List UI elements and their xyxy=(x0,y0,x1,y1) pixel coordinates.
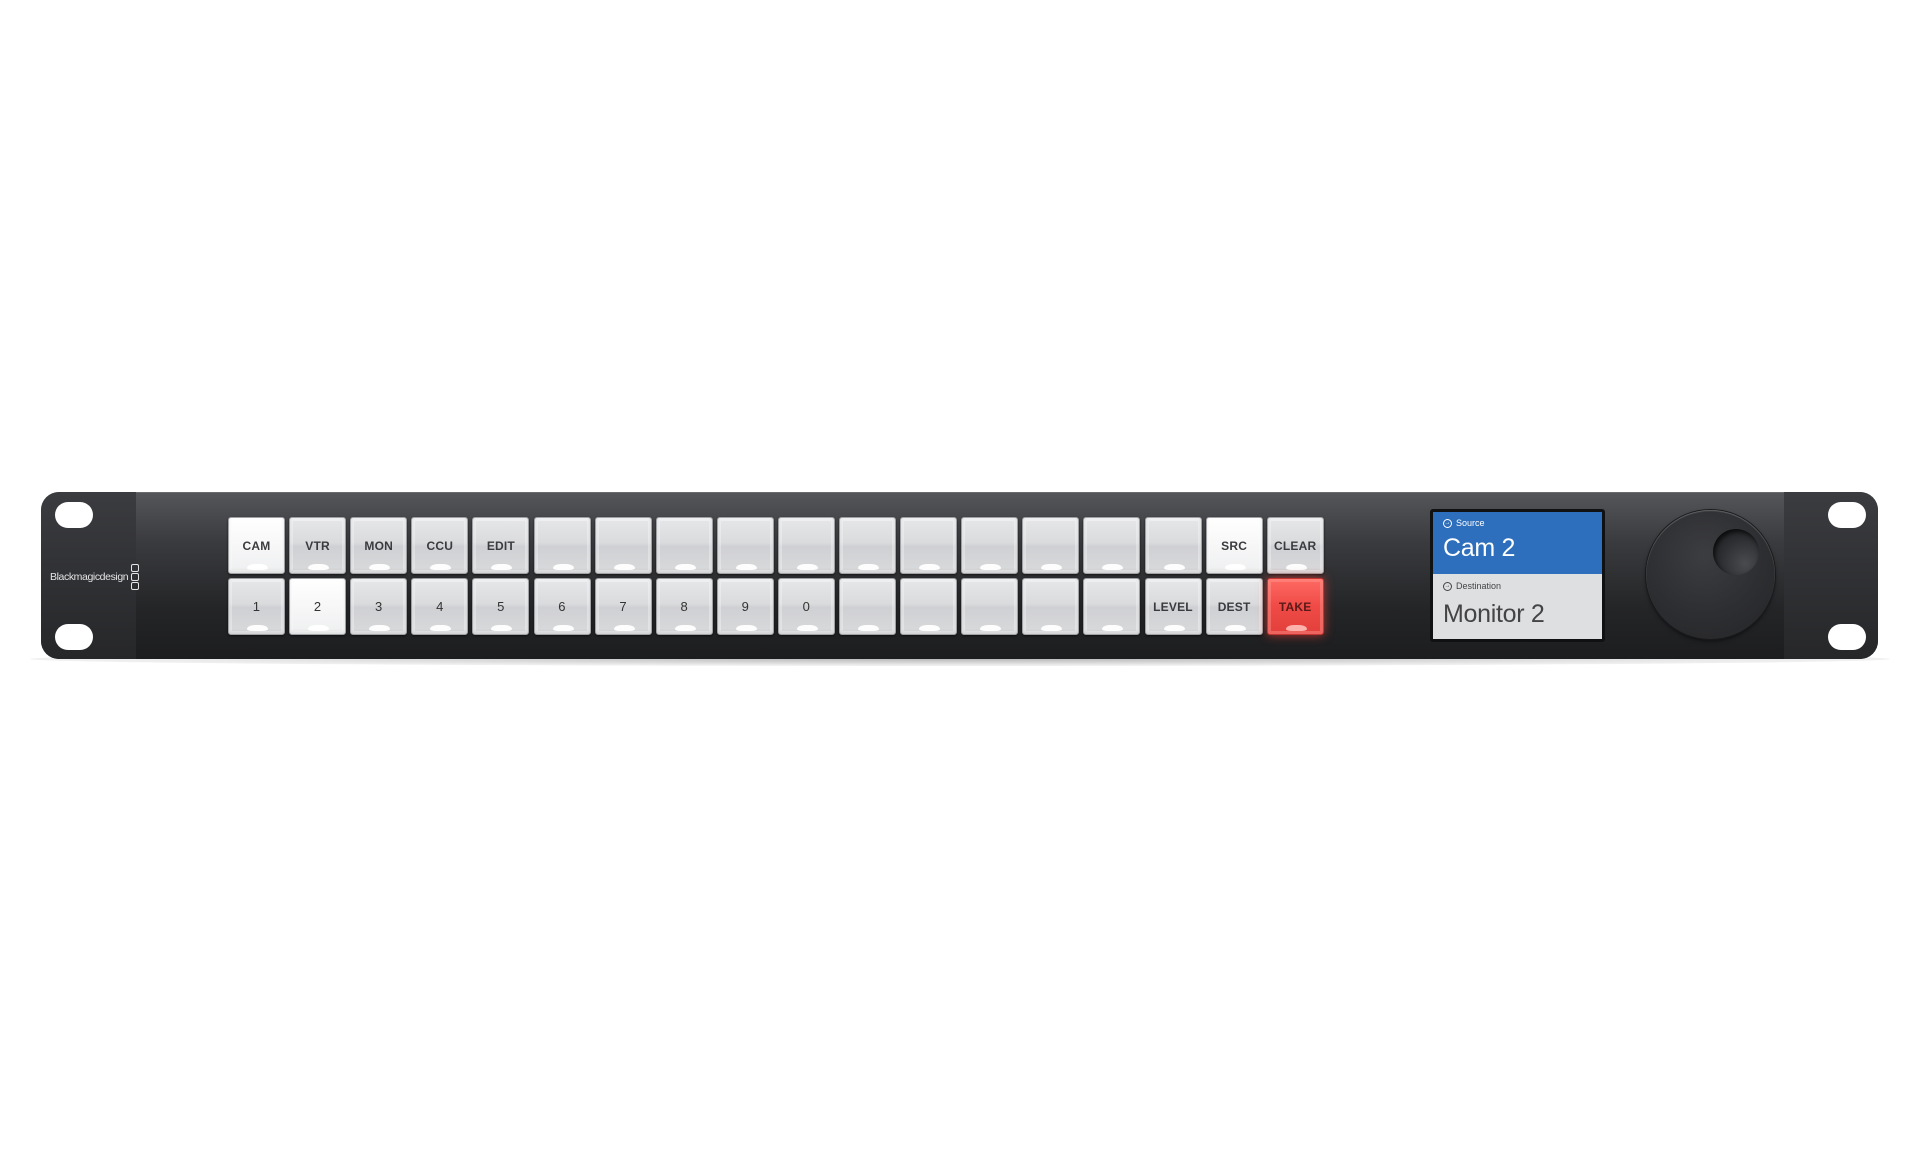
lcd-source-value: Cam 2 xyxy=(1443,534,1516,562)
mounting-hole xyxy=(1828,502,1866,528)
brand-logo: Blackmagicdesign xyxy=(50,563,140,590)
mounting-hole xyxy=(1828,624,1866,650)
key-mon[interactable]: MON xyxy=(350,517,408,574)
key-blank[interactable] xyxy=(1022,578,1080,635)
key-blank[interactable] xyxy=(900,517,958,574)
key-2[interactable]: 2 xyxy=(289,578,347,635)
key-blank[interactable] xyxy=(1144,517,1202,574)
key-0[interactable]: 0 xyxy=(777,578,835,635)
key-blank[interactable] xyxy=(1022,517,1080,574)
key-blank[interactable] xyxy=(961,578,1019,635)
key-6[interactable]: 6 xyxy=(533,578,591,635)
key-blank[interactable] xyxy=(839,517,896,574)
key-blank[interactable] xyxy=(655,517,713,574)
mounting-hole xyxy=(55,502,93,528)
lcd-source-panel: → Source Cam 2 xyxy=(1433,512,1602,574)
key-blank[interactable] xyxy=(900,578,958,635)
key-blank[interactable] xyxy=(961,517,1019,574)
brand-name: Blackmagicdesign xyxy=(50,570,129,583)
key-8[interactable]: 8 xyxy=(655,578,713,635)
key-blank[interactable] xyxy=(839,578,896,635)
router-control-panel: Blackmagicdesign CAM VTR MON CCU EDIT SRC CLEA… xyxy=(41,492,1878,659)
lcd-destination-panel: → Destination Monitor 2 xyxy=(1433,574,1602,639)
key-3[interactable]: 3 xyxy=(350,578,408,635)
key-7[interactable]: 7 xyxy=(594,578,652,635)
key-cam[interactable]: CAM xyxy=(228,517,285,574)
input-arrow-icon: → xyxy=(1443,518,1452,528)
key-1[interactable]: 1 xyxy=(228,578,285,635)
key-src[interactable]: SRC xyxy=(1205,517,1263,574)
lcd-destination-label: Destination xyxy=(1456,581,1502,591)
rack-ear-left: Blackmagicdesign xyxy=(41,492,140,659)
key-ccu[interactable]: CCU xyxy=(411,517,469,574)
key-clear[interactable]: CLEAR xyxy=(1266,517,1324,574)
key-4[interactable]: 4 xyxy=(411,578,469,635)
rotary-knob[interactable] xyxy=(1646,510,1775,639)
mounting-hole xyxy=(55,624,93,650)
lcd-source-label: Source xyxy=(1456,518,1485,528)
brand-logo-icon xyxy=(131,563,140,590)
key-blank[interactable] xyxy=(594,517,652,574)
key-dest[interactable]: DEST xyxy=(1205,578,1263,635)
key-blank[interactable] xyxy=(1083,517,1141,574)
output-arrow-icon: → xyxy=(1443,581,1452,591)
lcd-display: → Source Cam 2 → Destination Monitor 2 xyxy=(1430,509,1605,642)
key-blank[interactable] xyxy=(777,517,835,574)
key-9[interactable]: 9 xyxy=(716,578,774,635)
key-edit[interactable]: EDIT xyxy=(472,517,530,574)
key-blank[interactable] xyxy=(1083,578,1141,635)
key-blank[interactable] xyxy=(716,517,774,574)
rack-ear-right xyxy=(1784,492,1878,659)
key-take[interactable]: TAKE xyxy=(1266,578,1324,635)
key-level[interactable]: LEVEL xyxy=(1144,578,1202,635)
key-blank[interactable] xyxy=(533,517,591,574)
key-5[interactable]: 5 xyxy=(472,578,530,635)
key-vtr[interactable]: VTR xyxy=(289,517,347,574)
lcd-destination-value: Monitor 2 xyxy=(1443,600,1545,628)
knob-finger-dimple xyxy=(1713,529,1759,575)
